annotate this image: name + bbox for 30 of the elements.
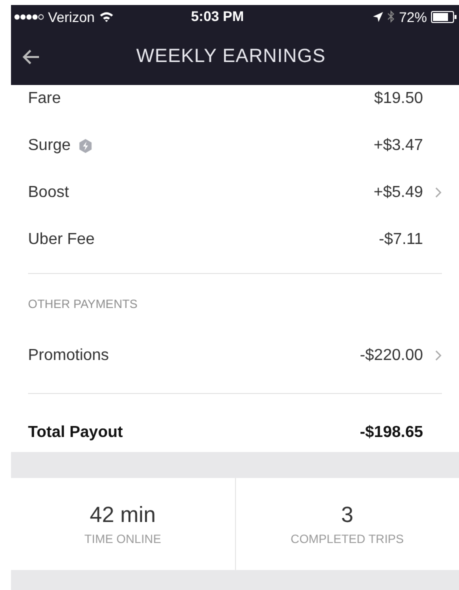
- signal-icon: [14, 12, 44, 20]
- line-item-label: Boost: [28, 184, 69, 202]
- screen-title: WEEKLY EARNINGS: [135, 46, 327, 68]
- battery-icon: [431, 10, 457, 22]
- amount-value: +$5.49: [374, 184, 423, 202]
- total-label: Total Payout: [28, 424, 123, 442]
- lightning-icon: [78, 138, 92, 152]
- bluetooth-icon: [386, 10, 395, 23]
- status-time: 5:03 PM: [191, 8, 244, 24]
- amount-value: -$7.11: [378, 230, 423, 248]
- line-item-label: Promotions: [28, 346, 109, 364]
- back-arrow-icon: [22, 48, 40, 64]
- total-amount: -$198.65: [360, 424, 423, 442]
- amount-value: +$3.47: [374, 136, 423, 154]
- line-item-label: Fare: [28, 90, 61, 108]
- amount-value: $19.50: [374, 90, 423, 108]
- stat-value: 3: [341, 502, 354, 528]
- stat-label: TIME ONLINE: [84, 532, 162, 546]
- chevron-right-icon: [435, 187, 442, 198]
- section-heading: OTHER PAYMENTS: [28, 296, 139, 313]
- line-item-label: Surge: [28, 136, 71, 154]
- stat-label: COMPLETED TRIPS: [290, 532, 404, 546]
- battery-percent: 72%: [398, 8, 427, 24]
- amount-value: -$220.00: [360, 346, 423, 364]
- stat-value: 42 min: [90, 502, 156, 528]
- carrier-name: Verizon: [48, 8, 95, 24]
- chevron-right-icon: [435, 350, 442, 361]
- wifi-icon: [98, 11, 114, 22]
- line-item-label: Uber Fee: [28, 230, 95, 248]
- location-icon: [372, 12, 383, 22]
